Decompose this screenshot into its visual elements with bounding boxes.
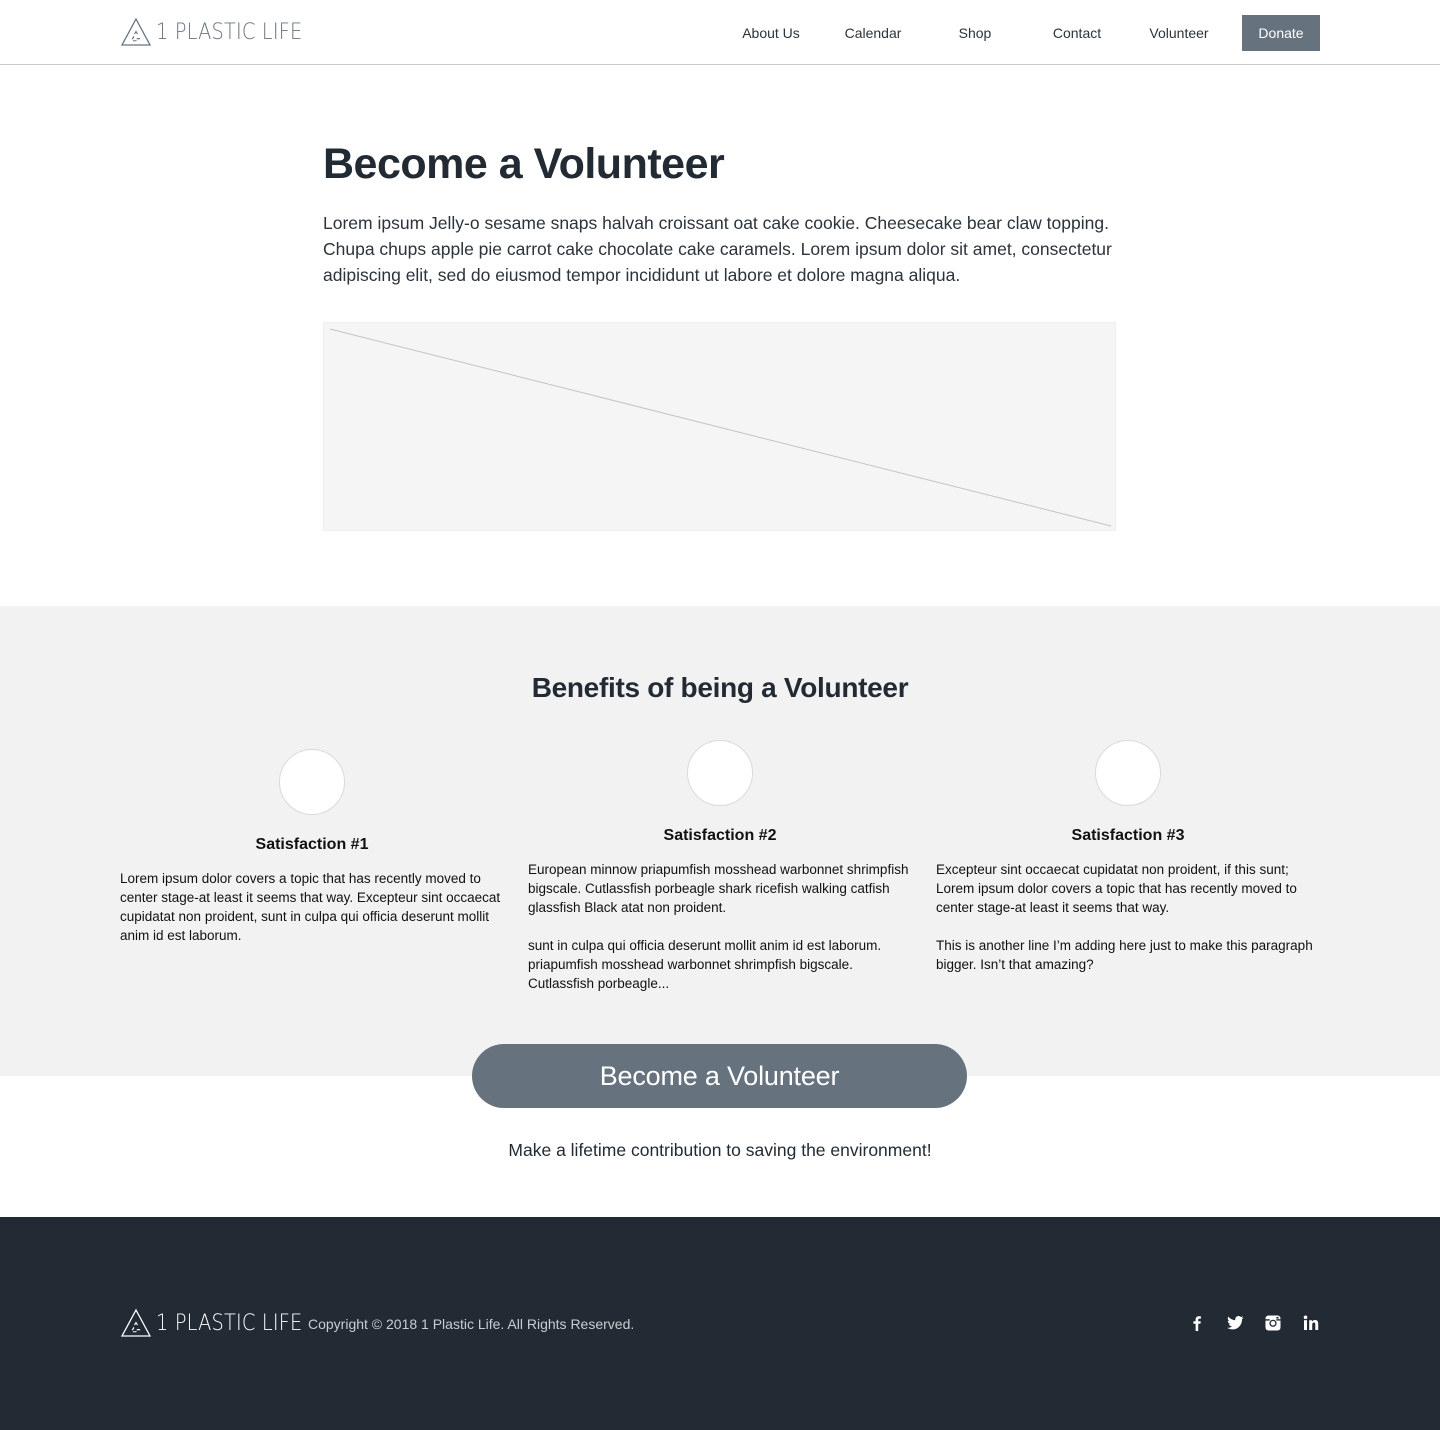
benefit-paragraph: European minnow priapumfish mosshead war… bbox=[528, 862, 909, 915]
nav-item-volunteer[interactable]: Volunteer bbox=[1128, 25, 1230, 41]
facebook-icon[interactable] bbox=[1186, 1312, 1208, 1334]
benefit-card-2: Satisfaction #2 European minnow priapumf… bbox=[528, 740, 912, 993]
site-footer: 1 PLASTIC LIFE Copyright © 2018 1 Plasti… bbox=[0, 1217, 1440, 1430]
benefit-icon-placeholder bbox=[279, 749, 345, 815]
placeholder-diagonal bbox=[329, 328, 1112, 527]
nav-item-contact[interactable]: Contact bbox=[1026, 25, 1128, 41]
nav-item-calendar[interactable]: Calendar bbox=[822, 25, 924, 41]
nav-item-about-us[interactable]: About Us bbox=[720, 25, 822, 41]
recycle-triangle-icon bbox=[120, 1308, 152, 1337]
benefit-text: European minnow priapumfish mosshead war… bbox=[528, 860, 912, 993]
recycle-triangle-icon bbox=[120, 17, 152, 46]
linkedin-icon[interactable] bbox=[1300, 1312, 1322, 1334]
footer-brand-name: 1 PLASTIC LIFE bbox=[156, 1310, 303, 1336]
benefit-title: Satisfaction #3 bbox=[1071, 827, 1185, 844]
page-title: Become a Volunteer bbox=[323, 140, 725, 188]
benefit-card-3: Satisfaction #3 Excepteur sint occaecat … bbox=[936, 740, 1320, 974]
become-volunteer-button[interactable]: Become a Volunteer bbox=[472, 1044, 967, 1108]
benefit-icon-placeholder bbox=[687, 740, 753, 806]
instagram-icon[interactable] bbox=[1262, 1312, 1284, 1334]
donate-button[interactable]: Donate bbox=[1242, 15, 1320, 51]
intro-paragraph: Lorem ipsum Jelly-o sesame snaps halvah … bbox=[323, 213, 1112, 285]
brand-logo[interactable]: 1 PLASTIC LIFE bbox=[120, 17, 322, 47]
benefit-paragraph: sunt in culpa qui officia deserunt molli… bbox=[528, 938, 882, 991]
site-header: 1 PLASTIC LIFE About Us Calendar Shop Co… bbox=[0, 0, 1440, 65]
benefits-section: Benefits of being a Volunteer Satisfacti… bbox=[0, 606, 1440, 1076]
cta-subtext: Make a lifetime contribution to saving t… bbox=[508, 1140, 932, 1160]
nav-item-shop[interactable]: Shop bbox=[924, 25, 1026, 41]
benefit-paragraph: Excepteur sint occaecat cupidatat non pr… bbox=[936, 862, 1297, 915]
twitter-icon[interactable] bbox=[1224, 1312, 1246, 1334]
benefit-paragraph: This is another line I’m adding here jus… bbox=[936, 938, 1313, 972]
benefit-card-1: Satisfaction #1 Lorem ipsum dolor covers… bbox=[120, 749, 504, 945]
benefit-text: Lorem ipsum dolor covers a topic that ha… bbox=[120, 869, 504, 945]
brand-name: 1 PLASTIC LIFE bbox=[156, 19, 303, 45]
benefits-title: Benefits of being a Volunteer bbox=[531, 672, 909, 703]
benefit-title: Satisfaction #1 bbox=[255, 836, 369, 853]
copyright-text: Copyright © 2018 1 Plastic Life. All Rig… bbox=[308, 1316, 635, 1332]
benefit-title: Satisfaction #2 bbox=[663, 827, 777, 844]
benefit-paragraph: Lorem ipsum dolor covers a topic that ha… bbox=[120, 871, 501, 943]
image-placeholder bbox=[323, 322, 1116, 531]
footer-logo[interactable]: 1 PLASTIC LIFE bbox=[120, 1308, 322, 1338]
benefit-text: Excepteur sint occaecat cupidatat non pr… bbox=[936, 860, 1320, 974]
benefit-icon-placeholder bbox=[1095, 740, 1161, 806]
